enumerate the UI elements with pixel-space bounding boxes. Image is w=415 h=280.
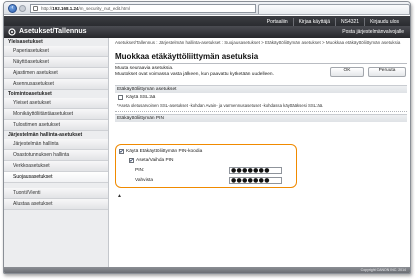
section-remote-ui-settings: Etäkäyttöliittymän asetukset (115, 85, 407, 93)
use-pin-row: Käytä Etäkäyttöliittymän PIN-koodia (116, 147, 296, 157)
forward-icon[interactable] (19, 5, 26, 12)
ssl-checkbox-label: Käytä SSL:ää (126, 95, 156, 100)
ok-button[interactable]: OK (330, 67, 364, 77)
sidebar-item-setup[interactable]: Asennusasetukset (4, 79, 108, 90)
address-bar[interactable]: http://192.168.1.24/m_security_nut_edit.… (30, 4, 256, 13)
sidebar-item-paper[interactable]: Paperiasetukset (4, 46, 108, 57)
breadcrumb: Asetukset/Tallennus : Järjestelmän halli… (115, 40, 401, 45)
set-pin-checkbox[interactable] (129, 157, 134, 166)
confirm-row: Vahvista ●●●●●●● (116, 176, 296, 185)
browser-toolbar: ‹ http://192.168.1.24/m_security_nut_edi… (4, 2, 410, 15)
url-host: 192.168.1.24 (52, 6, 79, 11)
sidebar-section-function: Toimintoasetukset (8, 91, 52, 97)
cancel-button[interactable]: Peruuta (368, 67, 406, 77)
main-content: Asetukset/Tallennus : Järjestelmän halli… (115, 40, 407, 272)
sidebar-item-common[interactable]: Yleiset asetukset (4, 98, 108, 109)
pin-label: PIN: (135, 168, 145, 173)
ssl-row: Käytä SSL:ää (115, 93, 407, 102)
sidebar-item-timer[interactable]: Ajastimen asetukset (4, 68, 108, 79)
page-icon (33, 6, 38, 11)
mail-admin-link[interactable]: Posta järjestelmänvalvojalle (342, 26, 404, 38)
browser-window: ‹ http://192.168.1.24/m_security_nut_edi… (3, 1, 411, 274)
sidebar-item-printer[interactable]: Tulostimen asetukset (4, 120, 108, 131)
copyright: Copyright CANON INC. 2014 (360, 268, 406, 272)
sidebar-item-reset[interactable]: Alustaa asetukset (4, 199, 108, 210)
pin-input[interactable]: ●●●●●●● (229, 167, 282, 174)
logout-link[interactable]: Kirjaudu ulos (364, 18, 404, 26)
top-links: Portaaliin Kirjaa käyttäjä NS4321 Kirjau… (262, 18, 404, 26)
sidebar-item-multipurpose[interactable]: Monikäyttöliitäntäasetukset (4, 109, 108, 120)
ssl-note: *Aseta oletusarvoinen SSL-asetukset -koh… (117, 103, 324, 108)
app-header: Portaaliin Kirjaa käyttäjä NS4321 Kirjau… (4, 16, 410, 38)
app-title: Asetukset/Tallennus (19, 28, 87, 35)
login-user-link[interactable]: Kirjaa käyttäjä (292, 18, 335, 26)
set-pin-label: Aseta/Vaihda PIN (136, 158, 174, 163)
sidebar-section-general: Yleisasetukset (8, 39, 43, 45)
sidebar-section-management: Järjestelmän hallinta-asetukset (8, 132, 83, 138)
browser-tab[interactable] (258, 4, 410, 14)
pin-row: PIN: ●●●●●●● (116, 166, 296, 175)
use-pin-label: Käytä Etäkäyttöliittymän PIN-koodia (126, 149, 203, 154)
to-top-icon[interactable]: ▲ (117, 193, 122, 199)
title-bar: Asetukset/Tallennus Posta järjestelmänva… (4, 26, 410, 38)
notice-area: Muuta seuraavia asetuksia. Muutokset ova… (115, 66, 407, 80)
confirm-label: Vahvista (135, 178, 154, 183)
use-pin-checkbox[interactable] (119, 148, 124, 157)
sidebar: Yleisasetukset Paperiasetukset Näyttöase… (4, 38, 109, 273)
pin-highlight-box: Käytä Etäkäyttöliittymän PIN-koodia Aset… (115, 144, 297, 188)
section-remote-ui-pin: Etäkäyttöliittymän PIN (115, 114, 407, 122)
sidebar-item-display[interactable]: Näyttöasetukset (4, 57, 108, 68)
back-icon[interactable]: ‹ (8, 4, 17, 13)
set-pin-row: Aseta/Vaihda PIN (116, 156, 296, 166)
ssl-checkbox[interactable] (118, 95, 123, 100)
device-name: NS4321 (335, 18, 364, 26)
settings-icon (8, 28, 16, 36)
url-path: /m_security_nut_edit.html (78, 6, 130, 11)
sidebar-item-import-export[interactable]: Tuonti/Vienti (4, 188, 108, 199)
sidebar-item-network[interactable]: Verkkoasetukset (4, 161, 108, 172)
sidebar-item-system[interactable]: Järjestelmän hallinta (4, 139, 108, 150)
sidebar-item-department-id[interactable]: Osastotunnuksen hallinta (4, 150, 108, 161)
confirm-pin-input[interactable]: ●●●●●●● (229, 177, 282, 184)
page-title: Muokkaa etäkäyttöliittymän asetuksia (115, 52, 259, 61)
url-prefix: http:// (41, 6, 53, 11)
title-divider (115, 63, 407, 64)
sidebar-item-security[interactable]: Suojausasetukset (4, 172, 108, 183)
portal-link[interactable]: Portaaliin (262, 18, 293, 26)
footer: Copyright CANON INC. 2014 (4, 267, 410, 273)
